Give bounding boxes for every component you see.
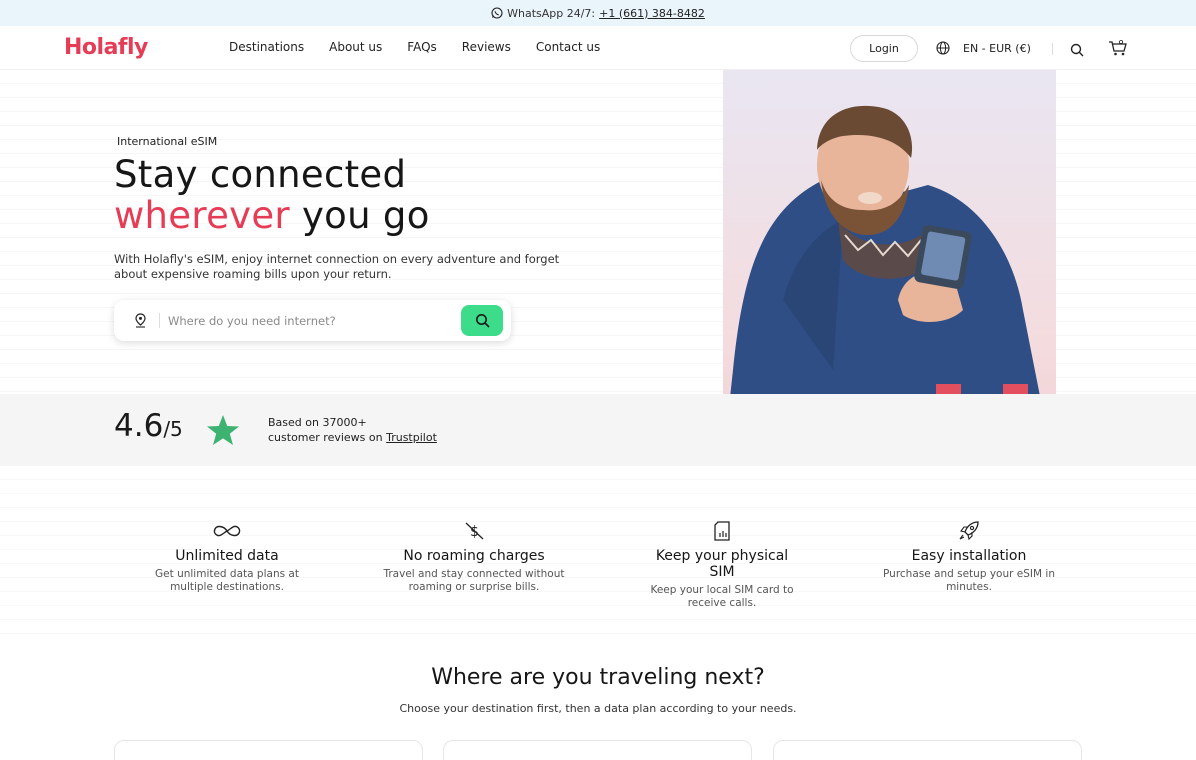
rating-value: 4.6 [114,408,164,444]
destinations-title: Where are you traveling next? [431,665,765,690]
search-icon [475,314,490,328]
login-button[interactable]: Login [850,35,918,62]
trustpilot-link[interactable]: Trustpilot [386,431,437,444]
feature-easy-install: Easy installation Purchase and setup you… [869,520,1069,594]
location-pin-icon [134,313,147,332]
destination-card[interactable] [773,740,1082,760]
feature-title: Keep your physical SIM [655,548,789,580]
feature-title: No roaming charges [403,548,545,564]
hero-title: Stay connected wherever you go [114,154,430,236]
nav-reviews[interactable]: Reviews [462,40,511,54]
feature-title: Easy installation [911,548,1027,564]
feature-desc: Purchase and setup your eSIM in minutes. [883,568,1055,593]
holafly-logo[interactable]: Holafly [64,35,148,60]
hero-title-accent: wherever [114,194,290,237]
header-divider [1052,43,1053,55]
review-count: Based on 37000+ [268,416,367,429]
feature-keep-sim: Keep your physical SIM Keep your local S… [622,520,822,610]
feature-desc: Keep your local SIM card to receive call… [650,584,794,609]
review-source: customer reviews on Trustpilot [268,430,437,445]
hero-title-line1: Stay connected [114,153,407,196]
whatsapp-phone-link[interactable]: +1 (661) 384-8482 [599,7,705,20]
destinations-subtitle: Choose your destination first, then a da… [399,702,797,715]
search-divider [159,313,160,328]
nav-faqs[interactable]: FAQs [407,40,437,54]
feature-desc: Get unlimited data plans at multiple des… [155,568,299,593]
feature-no-roaming: $ No roaming charges Travel and stay con… [374,520,574,594]
infinity-icon [127,520,327,542]
rating-strip: 4.6/5 Based on 37000+ customer reviews o… [0,394,1196,466]
globe-icon [936,41,950,55]
whatsapp-label: WhatsApp 24/7: [507,6,596,20]
nav-about-us[interactable]: About us [329,40,382,54]
sim-card-icon [622,520,822,542]
hero-title-line2: wherever you go [114,195,430,236]
star-icon [206,414,240,450]
destination-search [114,300,511,341]
destination-card[interactable] [443,740,752,760]
svg-text:$: $ [470,524,479,540]
language-label: EN - EUR (€) [963,41,1031,55]
rocket-icon [869,520,1069,542]
hero-lead: With Holafly's eSIM, enjoy internet conn… [114,252,560,281]
search-submit-button[interactable] [461,305,503,336]
hero-eyebrow: International eSIM [117,135,218,148]
destination-search-input[interactable] [168,310,448,332]
feature-desc: Travel and stay connected without roamin… [383,568,565,593]
rating-score: 4.6/5 [114,408,183,444]
search-icon[interactable] [1070,42,1084,61]
nav-destinations[interactable]: Destinations [229,40,304,54]
feature-title: Unlimited data [175,548,279,564]
review-source-text: customer reviews on [268,431,387,444]
hero-title-rest: you go [289,194,430,237]
feature-unlimited-data: Unlimited data Get unlimited data plans … [127,520,327,594]
main-nav: Destinations About us FAQs Reviews Conta… [229,40,625,54]
destination-card[interactable] [114,740,423,760]
no-dollar-icon: $ [374,520,574,542]
cart-icon[interactable] [1108,39,1128,60]
features-section: Unlimited data Get unlimited data plans … [0,466,1196,646]
nav-contact-us[interactable]: Contact us [536,40,600,54]
site-header: Holafly Destinations About us FAQs Revie… [0,26,1196,70]
rating-out-of: /5 [163,417,183,441]
top-announcement-bar: WhatsApp 24/7: +1 (661) 384-8482 [0,0,1196,26]
language-selector[interactable]: EN - EUR (€) [936,41,1031,55]
review-summary: Based on 37000+ customer reviews on Trus… [268,415,437,445]
whatsapp-icon [491,7,503,19]
